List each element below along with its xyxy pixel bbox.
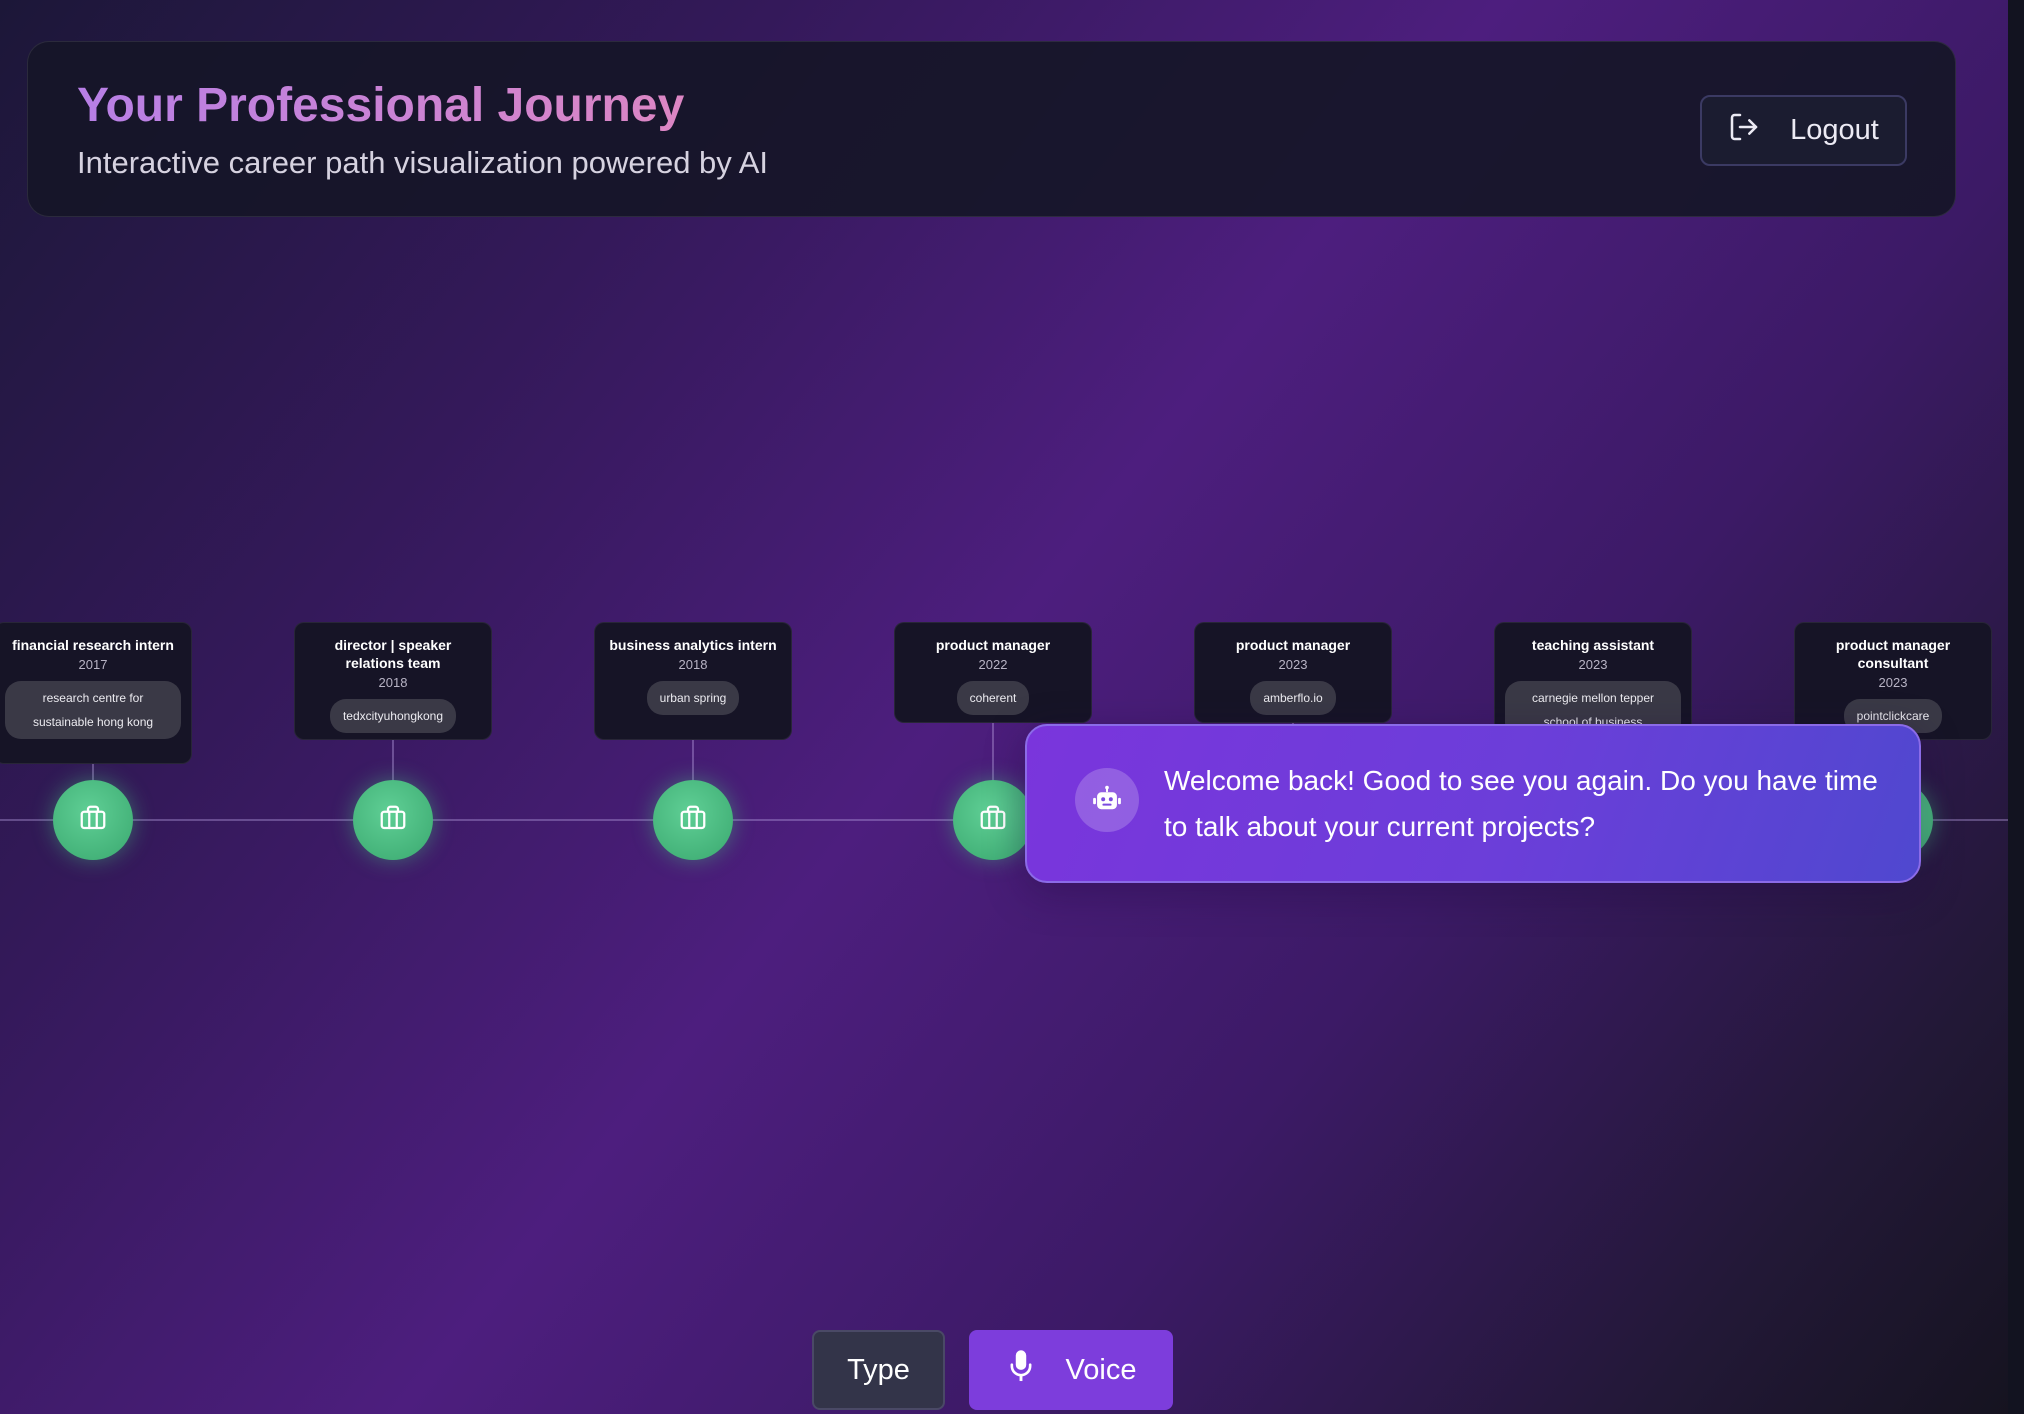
assistant-message-bubble: Welcome back! Good to see you again. Do … xyxy=(1025,724,1921,883)
position-title: product manager xyxy=(1235,637,1351,653)
robot-icon xyxy=(1075,768,1139,832)
position-year: 2018 xyxy=(378,675,408,690)
window-edge xyxy=(2008,0,2024,1414)
timeline-card[interactable]: business analytics intern 2018 urban sprin… xyxy=(594,622,792,740)
timeline-card[interactable]: teaching assistant 2023 carnegie mellon te… xyxy=(1494,622,1692,740)
page-title: Your Professional Journey xyxy=(77,79,685,132)
timeline-connector xyxy=(692,740,694,780)
position-title: director | speaker relations team xyxy=(334,637,452,671)
position-year: 2017 xyxy=(78,657,108,672)
position-title: teaching assistant xyxy=(1531,637,1655,653)
briefcase-icon xyxy=(78,803,108,838)
page-header: Your Professional Journey Interactive ca… xyxy=(27,41,1956,217)
microphone-icon xyxy=(1006,1349,1036,1391)
logout-label: Logout xyxy=(1790,114,1879,146)
voice-label: Voice xyxy=(1065,1353,1137,1386)
page-subtitle: Interactive career path visualization po… xyxy=(77,145,768,180)
briefcase-icon xyxy=(978,803,1008,838)
position-title: business analytics intern xyxy=(609,637,777,653)
timeline-node[interactable] xyxy=(353,780,433,860)
company-badge: research centre for sustainable hong kon… xyxy=(5,681,181,739)
timeline-node[interactable] xyxy=(653,780,733,860)
company-badge: urban spring xyxy=(646,681,740,715)
briefcase-icon xyxy=(378,803,408,838)
company-badge: amberflo.io xyxy=(1250,681,1336,715)
position-year: 2023 xyxy=(1278,657,1308,672)
type-mode-button[interactable]: Type xyxy=(812,1330,945,1410)
timeline-node[interactable] xyxy=(53,780,133,860)
position-year: 2018 xyxy=(678,657,708,672)
voice-mode-button[interactable]: Voice xyxy=(969,1330,1173,1410)
logout-icon xyxy=(1728,111,1760,151)
company-badge: tedxcityuhongkong xyxy=(329,699,457,733)
timeline-card[interactable]: product manager consultant 2023 pointclick… xyxy=(1794,622,1992,740)
position-year: 2023 xyxy=(1578,657,1608,672)
position-year: 2022 xyxy=(978,657,1008,672)
timeline-node[interactable] xyxy=(953,780,1033,860)
timeline-card[interactable]: product manager 2022 coherent xyxy=(894,622,1092,723)
timeline-connector xyxy=(992,723,994,780)
position-year: 2023 xyxy=(1878,675,1908,690)
timeline-card[interactable]: director | speaker relations team 2018 ted… xyxy=(294,622,492,740)
position-title: product manager xyxy=(935,637,1051,653)
timeline-card[interactable]: financial research intern 2017 research ce… xyxy=(0,622,192,764)
position-title: financial research intern xyxy=(12,637,174,653)
briefcase-icon xyxy=(678,803,708,838)
assistant-message-text: Welcome back! Good to see you again. Do … xyxy=(1164,765,1878,842)
timeline-connector xyxy=(392,740,394,780)
company-badge: coherent xyxy=(956,681,1030,715)
position-title: product manager consultant xyxy=(1835,637,1951,671)
timeline-card[interactable]: product manager 2023 amberflo.io xyxy=(1194,622,1392,723)
timeline-connector xyxy=(92,764,94,780)
logout-button[interactable]: Logout xyxy=(1700,95,1907,166)
